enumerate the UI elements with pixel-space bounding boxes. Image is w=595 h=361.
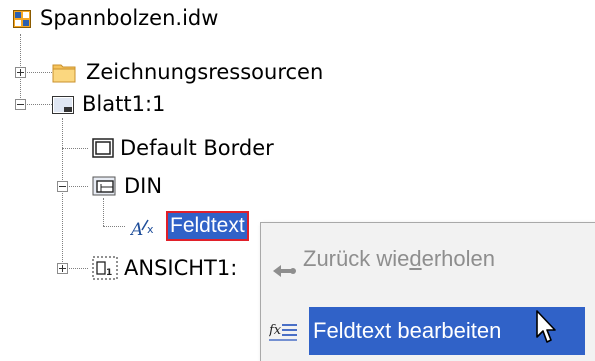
redo-arrow-icon <box>271 249 297 277</box>
sheet-icon <box>52 95 74 114</box>
menu-item-label: Zurück wie <box>303 246 410 271</box>
menu-item-label: erholen <box>421 246 495 271</box>
tree-item-border[interactable]: Default Border <box>90 134 330 162</box>
tree-item-resources[interactable]: Zeichnungsressourcen <box>48 58 368 86</box>
mouse-cursor-icon <box>536 310 560 344</box>
tree-connector <box>62 118 63 268</box>
tree-item-fieldtext[interactable]: A x Feldtext <box>128 211 268 242</box>
menu-item-redo[interactable]: Zurück wiederholen <box>263 235 588 283</box>
tree-item-view[interactable]: 1 ANSICHT1: <box>90 254 260 282</box>
tree-item-label: Blatt1:1 <box>82 92 166 116</box>
tree-item-label: ANSICHT1: <box>124 256 238 280</box>
tree-item-sheet[interactable]: Blatt1:1 <box>48 90 248 118</box>
edit-field-text-icon: fx <box>268 319 299 343</box>
title-block-icon <box>92 176 116 196</box>
border-icon <box>92 138 114 158</box>
svg-text:1: 1 <box>106 268 112 278</box>
tree-item-label: Zeichnungsressourcen <box>86 60 324 84</box>
drawing-view-icon: 1 <box>92 256 118 280</box>
tree-item-label: Feldtext <box>166 211 249 241</box>
tree-connector <box>103 198 104 226</box>
tree-item-label: Default Border <box>120 136 274 160</box>
collapse-toggle[interactable] <box>15 99 26 110</box>
drawing-file-icon <box>13 9 31 28</box>
expand-toggle[interactable] <box>15 67 26 78</box>
menu-item-label: Feldtext bearbeiten <box>313 318 502 343</box>
field-text-icon: A x <box>129 216 158 240</box>
folder-icon <box>52 61 76 83</box>
expand-toggle[interactable] <box>57 263 68 274</box>
collapse-toggle[interactable] <box>57 181 68 192</box>
menu-item-accelerator: d <box>409 246 422 271</box>
tree-connector <box>103 226 125 227</box>
svg-text:x: x <box>147 223 154 236</box>
tree-connector <box>62 148 88 149</box>
tree-item-label: Spannbolzen.idw <box>40 6 219 30</box>
svg-text:fx: fx <box>269 323 282 338</box>
tree-item-titleblock[interactable]: DIN <box>90 172 230 200</box>
tree-item-label: DIN <box>124 174 163 198</box>
svg-text:A: A <box>130 220 143 238</box>
tree-item-root[interactable]: Spannbolzen.idw <box>10 4 260 32</box>
